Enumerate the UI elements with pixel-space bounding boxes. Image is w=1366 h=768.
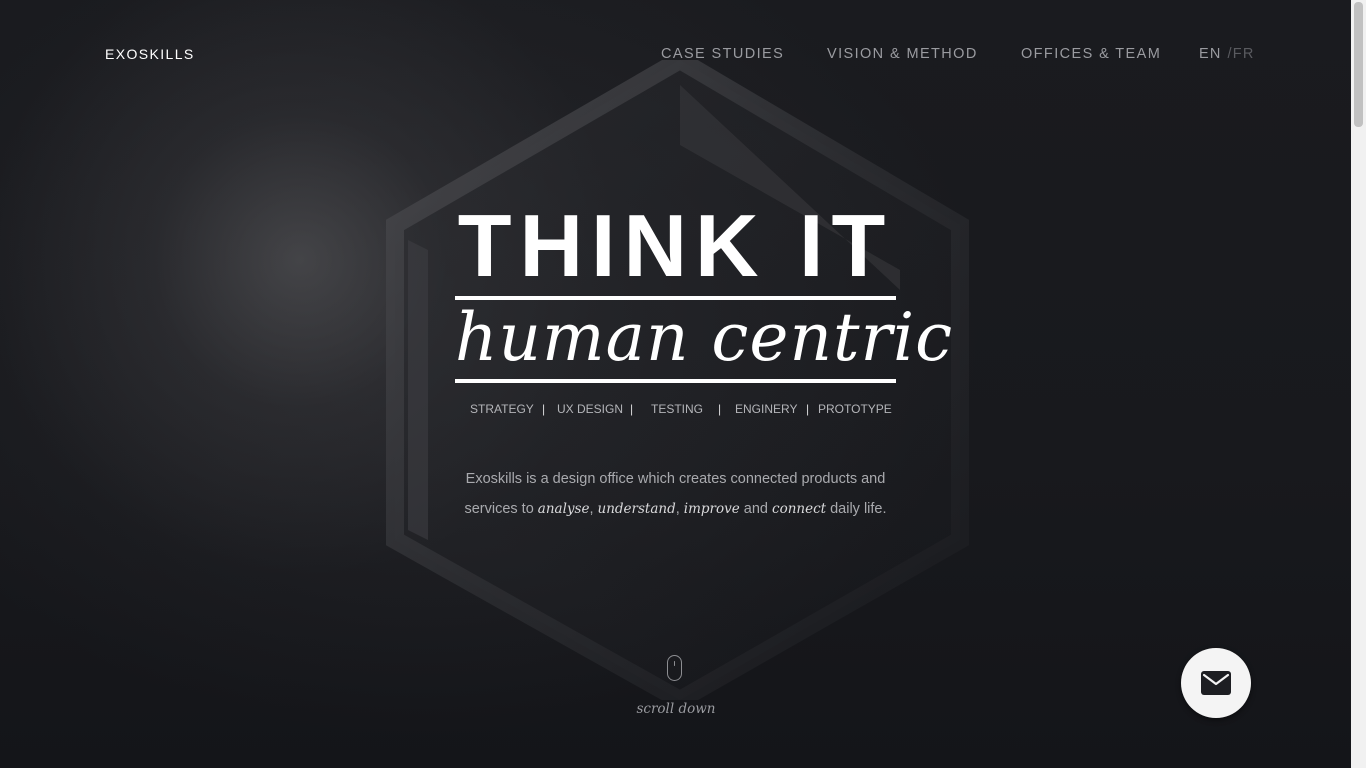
lang-fr-link[interactable]: FR <box>1233 46 1255 62</box>
scroll-down-label[interactable]: scroll down <box>600 701 752 717</box>
service-separator: | <box>806 402 810 416</box>
service-separator: | <box>718 402 722 416</box>
page-scrollbar[interactable] <box>1351 0 1366 768</box>
keyword-improve: improve <box>683 501 740 517</box>
hero-description: Exoskills is a design office which creat… <box>440 464 911 524</box>
mail-icon <box>1201 671 1231 695</box>
landing-page: EXOSKILLS CASE STUDIES VISION & METHOD O… <box>0 0 1366 768</box>
lang-en-link[interactable]: EN <box>1199 46 1222 62</box>
description-conjunction: and <box>739 501 773 517</box>
mouse-wheel <box>673 661 675 666</box>
service-separator: | <box>542 402 546 416</box>
mouse-icon[interactable] <box>667 655 682 681</box>
service-strategy: STRATEGY <box>470 402 534 416</box>
keyword-connect: connect <box>772 501 827 517</box>
nav-item-vision-method[interactable]: VISION & METHOD <box>827 46 978 62</box>
hero-title: THINK IT <box>457 196 894 295</box>
nav-item-case-studies[interactable]: CASE STUDIES <box>661 46 784 62</box>
hero-subtitle: human centric <box>455 299 954 376</box>
service-prototype: PROTOTYPE <box>818 402 892 416</box>
nav-item-offices-team[interactable]: OFFICES & TEAM <box>1021 46 1161 62</box>
language-switcher: EN/FR <box>1199 46 1255 62</box>
keyword-analyse: analyse <box>537 501 590 517</box>
service-enginery: ENGINERY <box>735 402 798 416</box>
service-testing: TESTING <box>651 402 704 416</box>
description-separator: , <box>675 501 684 517</box>
keyword-understand: understand <box>597 501 676 517</box>
contact-button[interactable] <box>1181 648 1251 718</box>
scrollbar-thumb[interactable] <box>1354 2 1363 127</box>
hero-divider-bottom <box>455 379 896 383</box>
description-separator: , <box>589 501 598 517</box>
main-nav: CASE STUDIES VISION & METHOD OFFICES & T… <box>0 46 1366 66</box>
services-list: STRATEGY | UX DESIGN | TESTING | ENGINER… <box>0 402 1366 418</box>
service-separator: | <box>630 402 634 416</box>
description-text-end: daily life. <box>826 501 887 517</box>
service-ux-design: UX DESIGN <box>557 402 624 416</box>
